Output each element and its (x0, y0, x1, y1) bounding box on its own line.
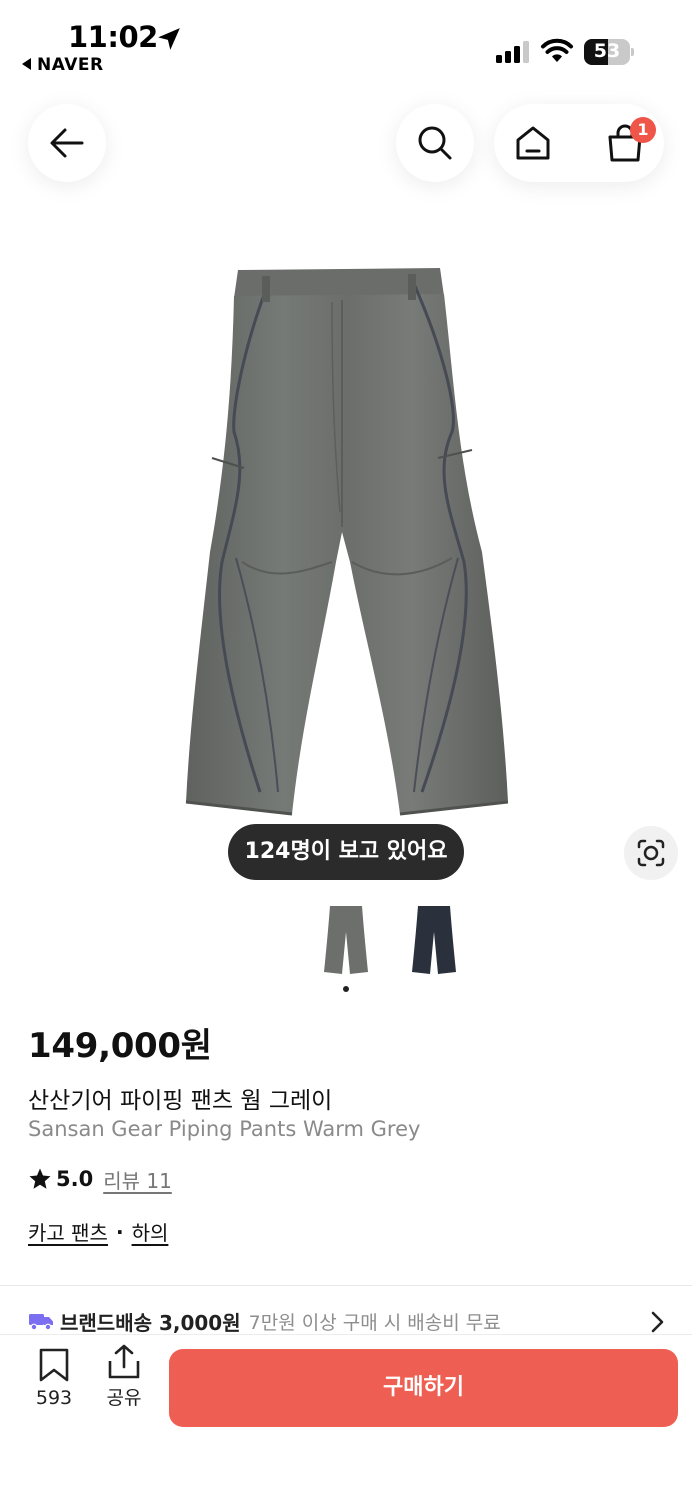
search-icon (418, 126, 452, 160)
home-cart-pill: 1 (494, 104, 664, 182)
carousel-indicator-dot (343, 986, 349, 992)
category-breadcrumb: 카고 팬츠 · 하의 (28, 1217, 168, 1246)
buy-button[interactable]: 구매하기 (169, 1349, 678, 1427)
share-label: 공유 (106, 1387, 142, 1409)
cart-count-badge: 1 (630, 117, 656, 143)
battery-percent: 53 (593, 40, 621, 62)
category-cargo-pants[interactable]: 카고 팬츠 (28, 1217, 108, 1246)
battery-body: 53 (584, 39, 630, 65)
search-button[interactable] (396, 104, 474, 182)
battery-indicator: 53 (584, 39, 634, 65)
home-icon[interactable] (514, 124, 552, 162)
image-search-button[interactable] (624, 826, 678, 880)
product-name-korean: 산산기어 파이핑 팬츠 웜 그레이 (28, 1088, 333, 1114)
color-thumbnail-grey[interactable] (322, 902, 370, 978)
share-button[interactable]: 공유 (96, 1343, 152, 1423)
cellular-signal-icon (496, 41, 529, 63)
delivery-truck-icon (29, 1314, 53, 1331)
star-icon (29, 1168, 51, 1189)
back-app-label: NAVER (37, 55, 104, 75)
category-bottoms[interactable]: 하의 (132, 1217, 169, 1246)
shipping-info-row[interactable]: 브랜드배송 3,000원 7만원 이상 구매 시 배송비 무료 (28, 1306, 668, 1336)
shipping-fee: 브랜드배송 3,000원 (60, 1310, 241, 1335)
save-count: 593 (35, 1387, 73, 1409)
back-button[interactable] (28, 104, 106, 182)
product-price: 149,000원 (28, 1026, 212, 1066)
free-shipping-note: 7만원 이상 구매 시 배송비 무료 (248, 1311, 501, 1334)
status-bar: 11:02 NAVER 53 (0, 0, 692, 80)
product-name-english: Sansan Gear Piping Pants Warm Grey (28, 1117, 421, 1141)
rating-score: 5.0 (56, 1167, 94, 1191)
back-to-app-link[interactable]: NAVER (22, 55, 104, 75)
battery-cap (631, 48, 634, 56)
arrow-left-icon (50, 128, 84, 158)
location-arrow-icon (158, 28, 180, 50)
rating-row: 5.0 리뷰 11 (28, 1164, 172, 1194)
viewers-badge: 124명이 보고 있어요 (228, 824, 464, 880)
review-link[interactable]: 리뷰 11 (103, 1165, 172, 1194)
bookmark-icon (39, 1348, 69, 1382)
color-thumbnail-navy[interactable] (410, 902, 458, 978)
status-time: 11:02 (68, 20, 158, 54)
save-button[interactable]: 593 (26, 1347, 82, 1423)
camera-lens-icon (637, 839, 665, 867)
section-divider (0, 1285, 692, 1286)
wifi-icon (541, 38, 573, 62)
chevron-right-icon[interactable] (646, 1309, 668, 1335)
back-triangle-icon (22, 58, 31, 70)
bottom-action-bar: 593 공유 구매하기 (0, 1334, 692, 1500)
category-separator: · (115, 1219, 124, 1244)
product-image[interactable] (182, 262, 510, 822)
share-icon (108, 1344, 140, 1379)
